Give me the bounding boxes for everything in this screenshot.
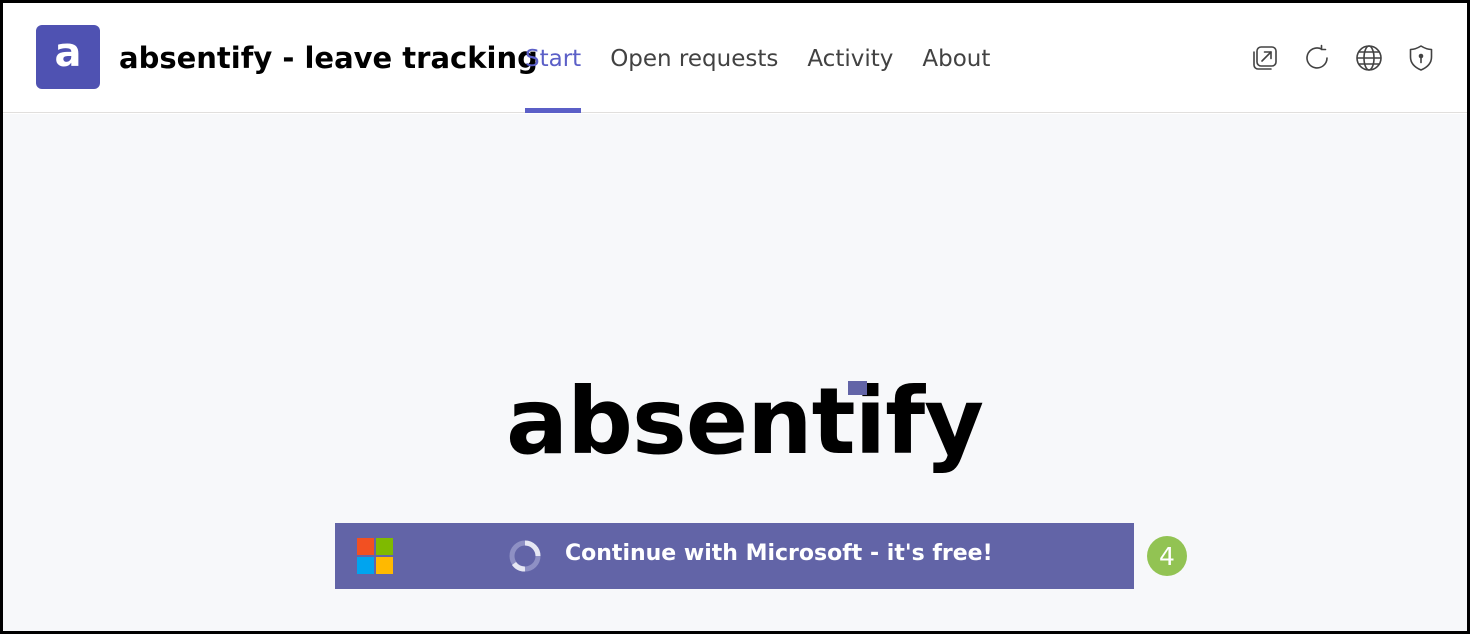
- tab-bar: Start Open requests Activity About: [525, 3, 1019, 113]
- tab-label: About: [922, 46, 991, 72]
- logo-accent-mark: [848, 381, 867, 395]
- app-header: a absentify - leave tracking Start Open …: [3, 3, 1467, 113]
- app-title: absentify - leave tracking: [119, 41, 538, 75]
- header-actions: [1250, 43, 1458, 73]
- tab-open-requests[interactable]: Open requests: [610, 3, 778, 113]
- popout-icon[interactable]: [1250, 43, 1280, 73]
- tab-start[interactable]: Start: [525, 3, 582, 113]
- logo-wordmark: absentify: [506, 368, 984, 475]
- main-content: absentify Continue with Microsoft - it's…: [3, 114, 1467, 631]
- absentify-logo: absentify: [506, 368, 984, 475]
- tab-about[interactable]: About: [922, 3, 990, 113]
- tab-label: Start: [525, 46, 582, 72]
- refresh-icon[interactable]: [1302, 43, 1332, 73]
- step-number-badge: 4: [1147, 536, 1187, 576]
- tab-label: Open requests: [610, 46, 779, 72]
- loading-spinner-icon: [508, 539, 542, 573]
- app-window: a absentify - leave tracking Start Open …: [0, 0, 1470, 634]
- shield-icon[interactable]: [1406, 43, 1436, 73]
- continue-with-microsoft-label: Continue with Microsoft - it's free!: [565, 541, 993, 566]
- globe-icon[interactable]: [1354, 43, 1384, 73]
- tab-activity[interactable]: Activity: [807, 3, 893, 113]
- continue-with-microsoft-button[interactable]: Continue with Microsoft - it's free!: [335, 523, 1134, 589]
- app-icon: a: [36, 25, 100, 89]
- microsoft-logo-icon: [357, 538, 393, 574]
- app-icon-letter: a: [54, 30, 82, 76]
- tab-label: Activity: [807, 46, 894, 72]
